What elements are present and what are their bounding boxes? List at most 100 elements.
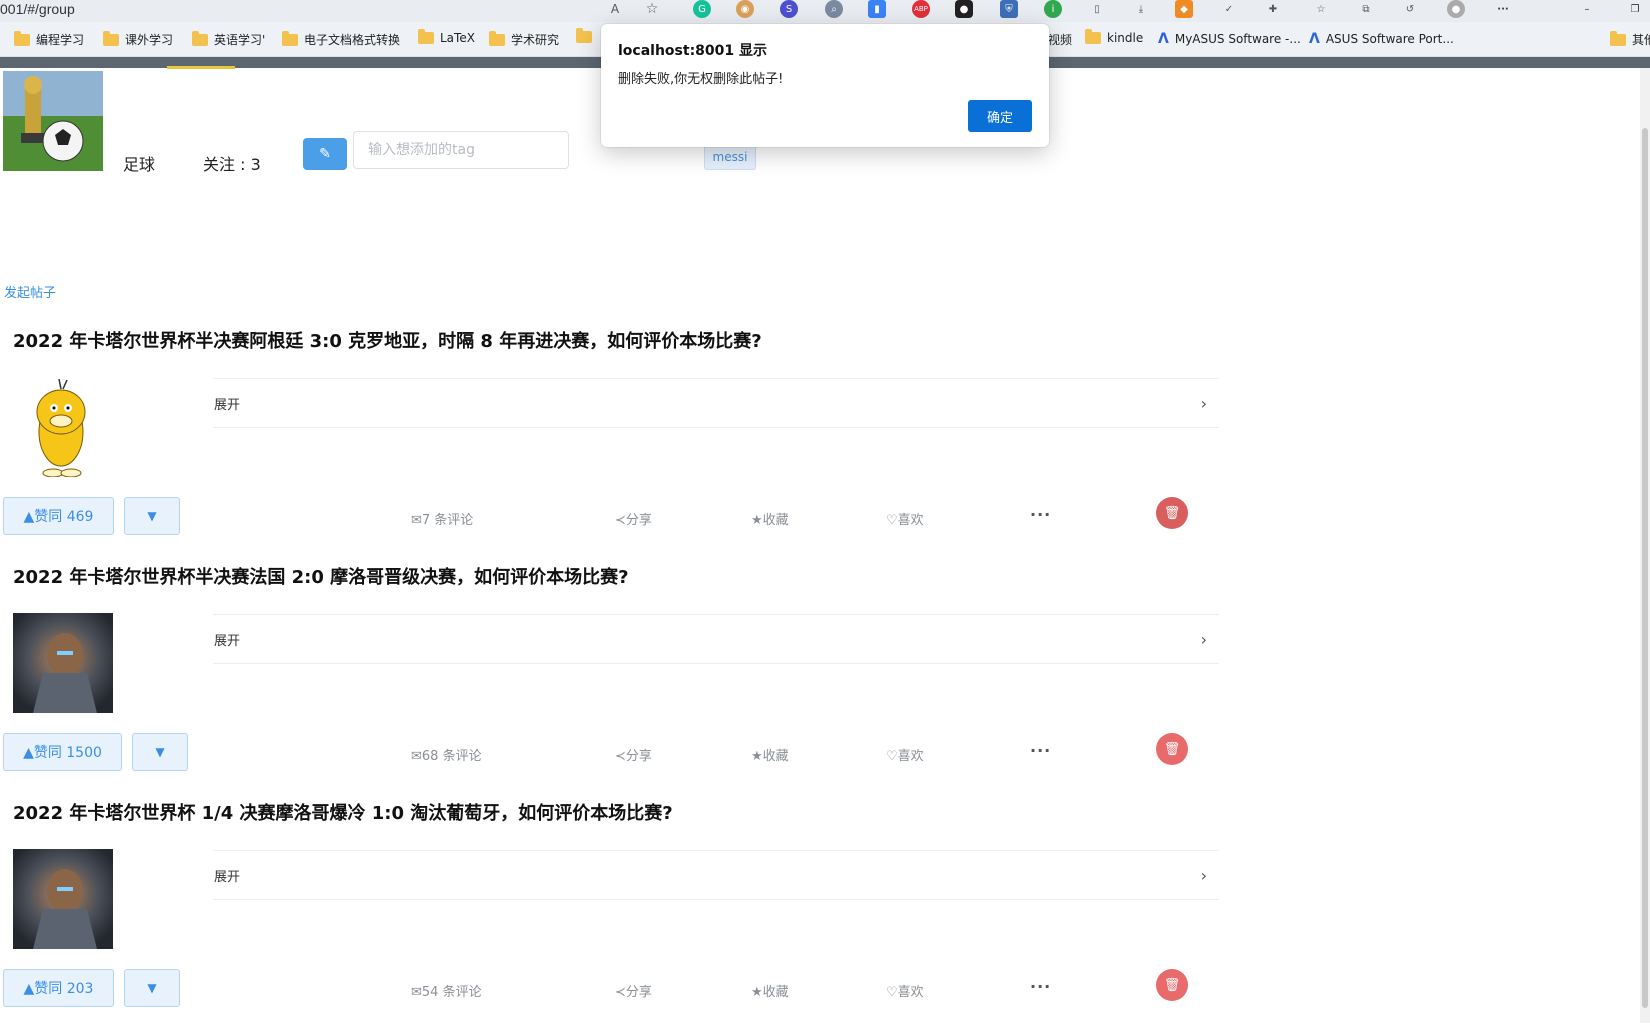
scrollbar-thumb[interactable] [1642,128,1648,1008]
delete-button[interactable]: 🗑 [1156,497,1188,529]
tag-chip[interactable]: messi [704,144,756,170]
post-title[interactable]: 2022 年卡塔尔世界杯半决赛法国 2:0 摩洛哥晋级决赛，如何评价本场比赛? [13,563,629,589]
new-post-link[interactable]: 发起帖子 [4,282,56,301]
expand-label: 展开 [214,633,241,649]
bookmark-folder[interactable]: LaTeX [418,29,475,45]
address-bar-url[interactable]: 001/#/group [0,1,75,17]
edit-tag-button[interactable]: ✎ [303,138,347,170]
page-icon[interactable]: ▯ [1088,0,1106,18]
trash-icon: 🗑 [1163,977,1181,993]
extension-green-icon[interactable]: i [1044,0,1062,18]
spellcheck-icon[interactable]: ✓ [1220,0,1238,18]
like-link[interactable]: ♡喜欢 [886,509,924,528]
heart-icon: ♡ [886,749,898,764]
bookmark-folder[interactable]: kindle [1085,29,1143,45]
expand-row[interactable]: 展开 › [213,614,1219,664]
favorite-link[interactable]: ★收藏 [751,509,789,528]
favorite-link[interactable]: ★收藏 [751,745,789,764]
favorites-icon[interactable]: ☆ [1312,0,1330,18]
trash-icon: 🗑 [1163,741,1181,757]
more-options-icon[interactable]: ··· [1030,977,1051,996]
extension-chart-icon[interactable]: ▮ [868,0,886,18]
extension-orange-icon[interactable]: ◆ [1175,0,1193,18]
chevron-right-icon: › [1200,393,1207,413]
post-item: 2022 年卡塔尔世界杯半决赛阿根廷 3:0 克罗地亚，时隔 8 年再进决赛，如… [0,327,1230,563]
add-favorite-icon[interactable]: ☆ [643,0,661,18]
caret-down-icon: ▼ [155,745,165,759]
caret-down-icon: ▼ [147,509,157,523]
folder-icon [103,30,119,46]
extension-ghost-icon[interactable]: ● [955,0,973,18]
comments-link[interactable]: ✉7 条评论 [411,509,473,528]
bookmark-link[interactable]: Λ MyASUS Software -... [1158,31,1301,47]
upvote-button[interactable]: ▲赞同 1500 [3,733,122,771]
shield-icon[interactable]: ⛨ [1000,0,1018,18]
bookmark-folder[interactable]: 视频 [1048,31,1072,48]
browser-menu-icon[interactable]: ··· [1494,0,1512,18]
bookmark-folder[interactable]: 编程学习 [14,30,84,48]
post-title[interactable]: 2022 年卡塔尔世界杯 1/4 决赛摩洛哥爆冷 1:0 淘汰葡萄牙，如何评价本… [13,799,673,825]
folder-icon [576,28,592,43]
like-link[interactable]: ♡喜欢 [886,745,924,764]
expand-label: 展开 [214,397,241,413]
downvote-button[interactable]: ▼ [132,733,188,771]
share-link[interactable]: ≺分享 [615,509,652,528]
bookmark-folder[interactable]: 其他 [1610,30,1650,48]
collections-icon[interactable]: ⧉ [1357,0,1375,18]
more-options-icon[interactable]: ··· [1030,505,1051,524]
share-icon: ≺ [615,749,626,764]
asus-logo-icon: Λ [1158,31,1169,47]
caret-down-icon: ▼ [147,981,157,995]
history-icon[interactable]: ↺ [1401,0,1419,18]
downvote-button[interactable]: ▼ [124,497,180,535]
grammarly-icon[interactable]: G [693,0,711,18]
extension-search-icon[interactable]: ⌕ [825,0,843,18]
download-icon[interactable]: ⤓ [1132,0,1150,18]
bookmark-folder[interactable]: 电子文档格式转换 [282,30,400,48]
folder-icon [282,30,298,46]
bookmark-link[interactable]: Λ ASUS Software Port... [1309,31,1454,47]
more-options-icon[interactable]: ··· [1030,741,1051,760]
restore-icon[interactable]: ❐ [1626,0,1644,18]
follow-count[interactable]: 关注 : 3 [203,151,261,175]
expand-row[interactable]: 展开 › [213,850,1219,900]
like-link[interactable]: ♡喜欢 [886,981,924,1000]
extensions-puzzle-icon[interactable]: ✚ [1264,0,1282,18]
share-link[interactable]: ≺分享 [615,745,652,764]
share-link[interactable]: ≺分享 [615,981,652,1000]
active-nav-indicator [167,66,235,69]
dialog-message: 删除失败,你无权删除此帖子! [618,72,784,87]
folder-icon [14,30,30,46]
dialog-ok-button[interactable]: 确定 [968,100,1032,132]
comments-link[interactable]: ✉68 条评论 [411,745,482,764]
bookmark-folder[interactable]: 学术研究 [489,30,559,48]
post-title[interactable]: 2022 年卡塔尔世界杯半决赛阿根廷 3:0 克罗地亚，时隔 8 年再进决赛，如… [13,327,762,353]
upvote-button[interactable]: ▲赞同 469 [3,497,114,535]
heart-icon: ♡ [886,985,898,1000]
page-scrollbar[interactable] [1640,68,1650,1023]
delete-button[interactable]: 🗑 [1156,969,1188,1001]
adblock-icon[interactable]: ABP [912,0,930,18]
share-icon: ≺ [615,985,626,1000]
read-aloud-icon[interactable]: A [606,0,624,18]
extension-blue-icon[interactable]: S [780,0,798,18]
tag-input[interactable] [353,131,569,169]
chevron-right-icon: › [1200,865,1207,885]
share-icon: ≺ [615,513,626,528]
minimize-icon[interactable]: – [1578,0,1596,18]
downvote-button[interactable]: ▼ [124,969,180,1007]
folder-icon [489,30,505,46]
folder-icon [1085,29,1101,44]
profile-avatar-icon[interactable]: ● [1447,0,1465,18]
favorite-link[interactable]: ★收藏 [751,981,789,1000]
comments-link[interactable]: ✉54 条评论 [411,981,482,1000]
bookmark-folder[interactable] [576,28,598,43]
extension-owl-icon[interactable]: ◉ [736,0,754,18]
bookmark-folder[interactable]: 英语学习' [192,30,265,48]
delete-button[interactable]: 🗑 [1156,733,1188,765]
bookmark-folder[interactable]: 课外学习 [103,30,173,48]
group-cover-image [3,71,103,171]
expand-row[interactable]: 展开 › [213,378,1219,428]
folder-icon [418,29,434,44]
upvote-button[interactable]: ▲赞同 203 [3,969,114,1007]
